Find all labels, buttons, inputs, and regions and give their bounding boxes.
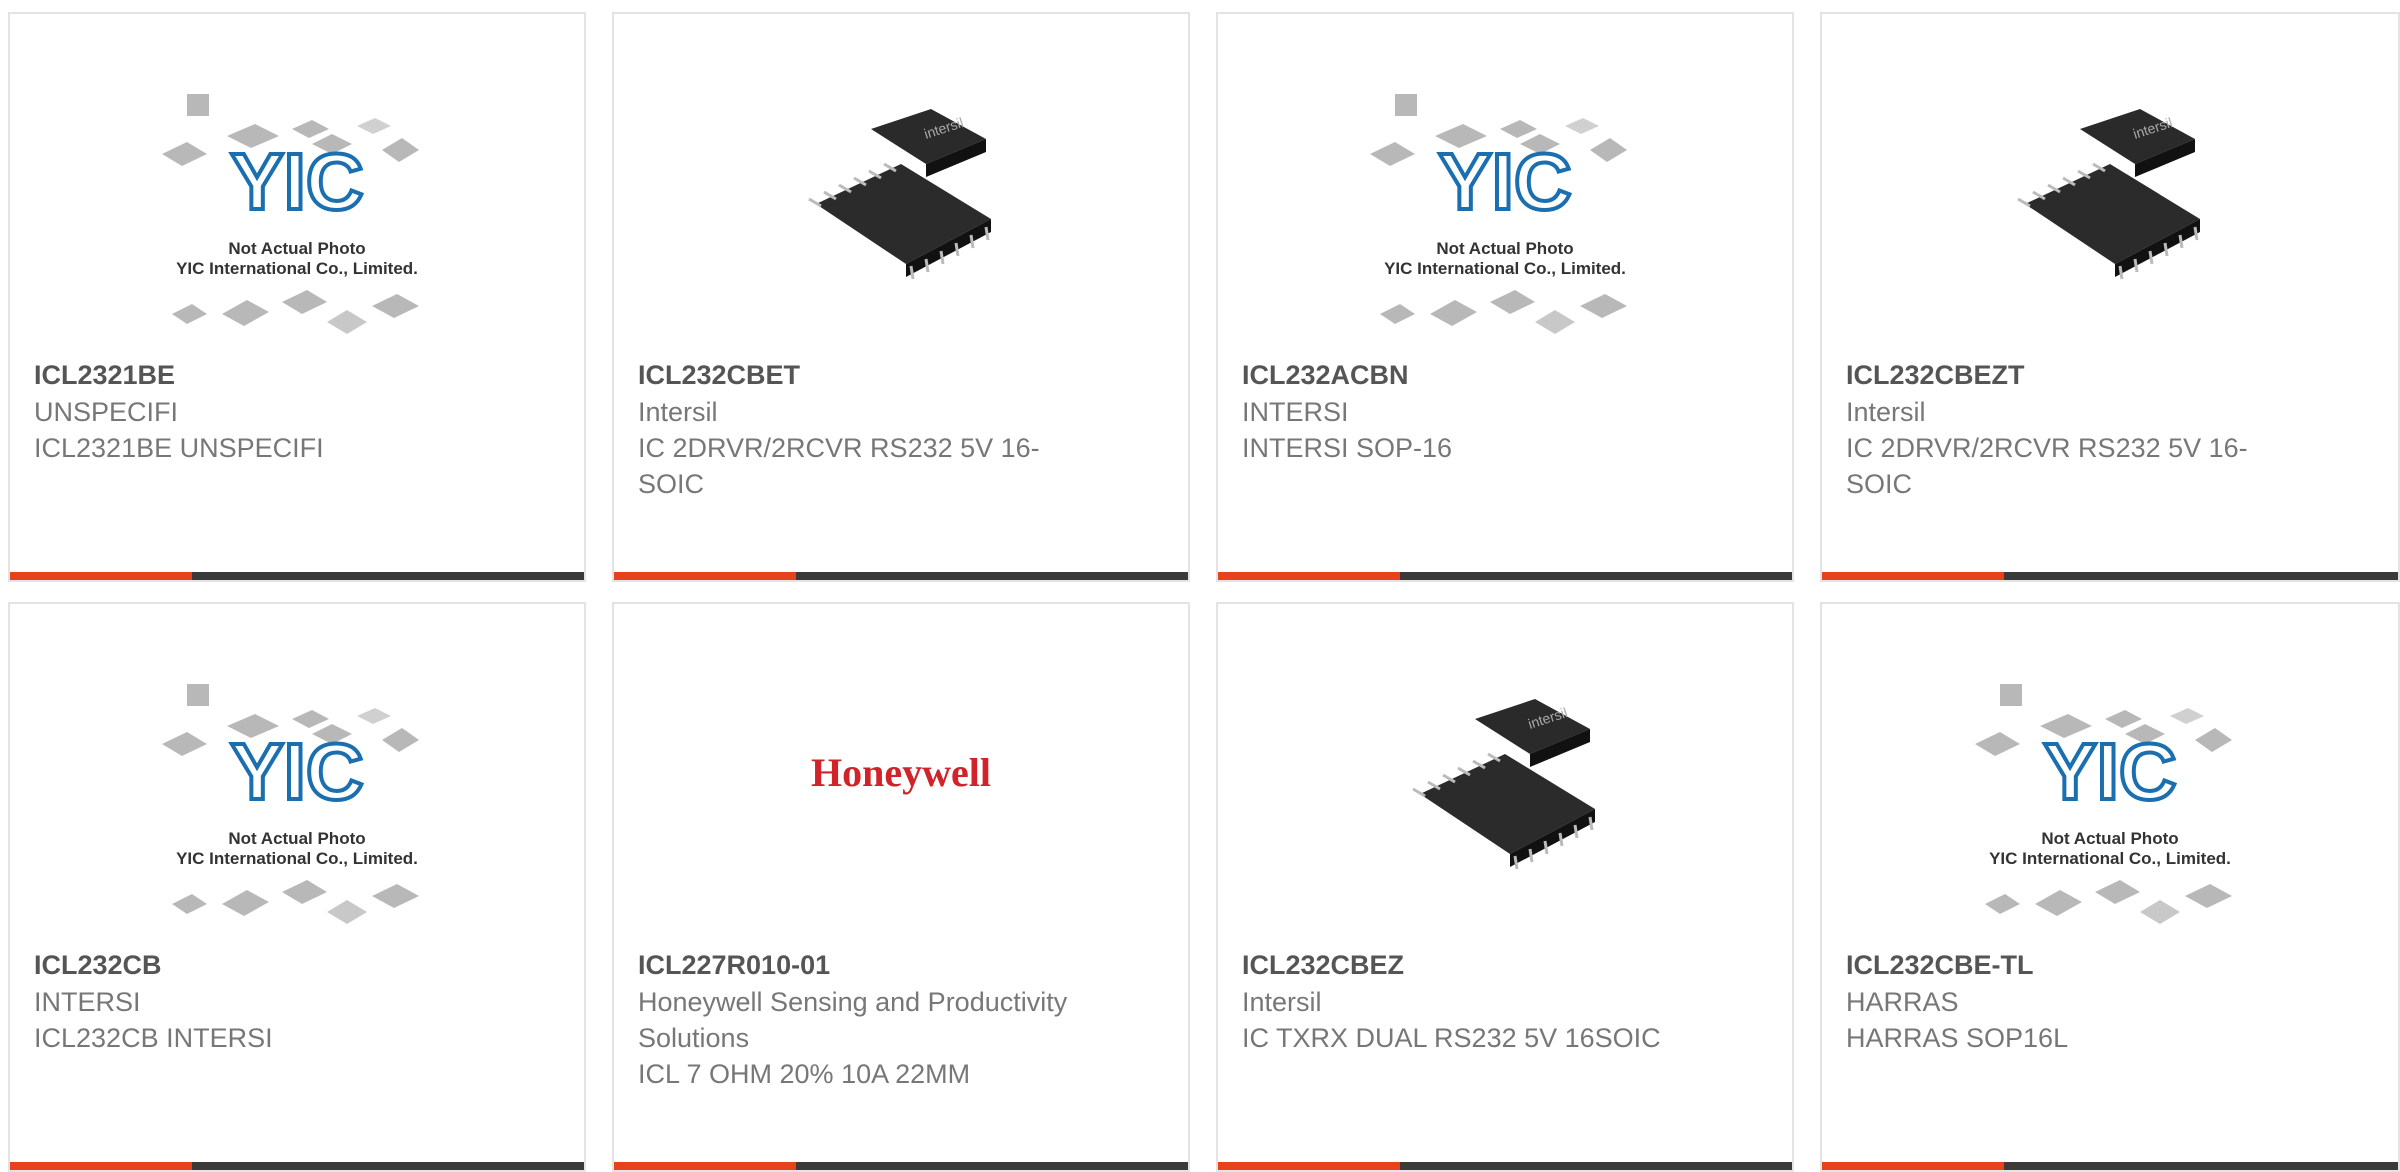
svg-text:Not Actual Photo: Not Actual Photo [228,239,365,258]
svg-text:Honeywell: Honeywell [811,750,991,795]
product-image[interactable]: intersil [614,94,1188,384]
manufacturer: INTERSI [1242,397,1349,427]
yic-placeholder-image: YIC Not Actual Photo YIC International C… [1370,94,1627,334]
product-grid: YIC Not Actual Photo YIC International C… [0,0,2400,1172]
product-image[interactable]: YIC Not Actual Photo YIC International C… [10,74,584,364]
chip-image: intersil [808,109,991,280]
description: HARRAS SOP16L [1846,1023,2069,1053]
svg-text:YIC International Co., Limited: YIC International Co., Limited. [176,849,418,868]
yic-placeholder-image: YIC Not Actual Photo YIC International C… [162,94,419,334]
manufacturer: Honeywell Sensing and Productivity Solut… [638,987,1068,1053]
card-bottom-bar [614,572,1188,580]
manufacturer: HARRAS [1846,987,1959,1017]
description: IC 2DRVR/2RCVR RS232 5V 16-SOIC [1846,433,2248,499]
manufacturer: INTERSI [34,987,141,1017]
product-card[interactable]: YIC Not Actual Photo YIC International C… [8,12,586,582]
manufacturer: Intersil [1846,397,1926,427]
svg-text:Not Actual Photo: Not Actual Photo [2041,829,2178,848]
product-image[interactable]: intersil [1218,684,1792,974]
part-number[interactable]: ICL232ACBN [1242,356,1672,394]
part-number[interactable]: ICL232CBEZT [1846,356,2276,394]
product-card[interactable]: intersil ICL232CBEZT Intersil IC 2DRVR/2… [1820,12,2400,582]
product-text: ICL232CBEZT Intersil IC 2DRVR/2RCVR RS23… [1846,356,2276,502]
manufacturer: UNSPECIFI [34,397,179,427]
description: ICL2321BE UNSPECIFI [34,433,324,463]
product-text: ICL232CBE-TL HARRAS HARRAS SOP16L [1846,946,2276,1056]
card-accent-bar [1218,1162,1400,1170]
card-accent-bar [10,572,192,580]
svg-text:Not Actual Photo: Not Actual Photo [1436,239,1573,258]
product-text: ICL232CBEZ Intersil IC TXRX DUAL RS232 5… [1242,946,1672,1056]
svg-text:YIC International Co., Limited: YIC International Co., Limited. [1989,849,2231,868]
manufacturer: Intersil [638,397,718,427]
card-bottom-bar [1822,572,2398,580]
svg-text:YIC: YIC [2043,727,2176,816]
description: IC TXRX DUAL RS232 5V 16SOIC [1242,1023,1661,1053]
product-text: ICL232CB INTERSI ICL232CB INTERSI [34,946,464,1056]
chip-image: intersil [2017,109,2200,280]
product-card[interactable]: intersil ICL232CBET Intersil IC 2DRVR/2R… [612,12,1190,582]
product-card[interactable]: YIC Not Actual Photo YIC International C… [1820,602,2400,1172]
card-accent-bar [1218,572,1400,580]
part-number[interactable]: ICL232CB [34,946,464,984]
card-bottom-bar [10,572,584,580]
yic-placeholder-image: YIC Not Actual Photo YIC International C… [162,684,419,924]
part-number[interactable]: ICL2321BE [34,356,464,394]
description: INTERSI SOP-16 [1242,433,1453,463]
card-accent-bar [10,1162,192,1170]
description: IC 2DRVR/2RCVR RS232 5V 16-SOIC [638,433,1040,499]
card-accent-bar [1822,1162,2004,1170]
product-card[interactable]: intersil ICL232CBEZ Intersil IC TXRX DUA… [1216,602,1794,1172]
product-card[interactable]: YIC Not Actual Photo YIC International C… [8,602,586,1172]
product-text: ICL227R010-01 Honeywell Sensing and Prod… [638,946,1068,1092]
part-number[interactable]: ICL232CBET [638,356,1068,394]
manufacturer: Intersil [1242,987,1322,1017]
svg-text:YIC International Co., Limited: YIC International Co., Limited. [1384,259,1626,278]
description: ICL232CB INTERSI [34,1023,273,1053]
product-card[interactable]: Honeywell ICL227R010-01 Honeywell Sensin… [612,602,1190,1172]
product-text: ICL232CBET Intersil IC 2DRVR/2RCVR RS232… [638,356,1068,502]
description: ICL 7 OHM 20% 10A 22MM [638,1059,971,1089]
product-card[interactable]: YIC Not Actual Photo YIC International C… [1216,12,1794,582]
product-text: ICL232ACBN INTERSI INTERSI SOP-16 [1242,356,1672,466]
card-bottom-bar [1218,572,1792,580]
yic-placeholder-image: YIC Not Actual Photo YIC International C… [1975,684,2232,924]
svg-text:YIC: YIC [230,137,363,226]
product-image[interactable]: YIC Not Actual Photo YIC International C… [10,664,584,954]
card-accent-bar [614,572,796,580]
product-image[interactable]: intersil [1822,94,2398,384]
chip-image: intersil [1412,699,1595,870]
svg-text:YIC: YIC [1438,137,1571,226]
card-bottom-bar [1822,1162,2398,1170]
product-image[interactable]: YIC Not Actual Photo YIC International C… [1218,74,1792,364]
product-image[interactable]: YIC Not Actual Photo YIC International C… [1822,664,2398,954]
card-bottom-bar [1218,1162,1792,1170]
svg-text:YIC International Co., Limited: YIC International Co., Limited. [176,259,418,278]
part-number[interactable]: ICL232CBEZ [1242,946,1672,984]
honeywell-logo: Honeywell [811,750,991,795]
part-number[interactable]: ICL227R010-01 [638,946,1068,984]
card-accent-bar [1822,572,2004,580]
product-text: ICL2321BE UNSPECIFI ICL2321BE UNSPECIFI [34,356,464,466]
svg-text:YIC: YIC [230,727,363,816]
svg-text:Not Actual Photo: Not Actual Photo [228,829,365,848]
card-bottom-bar [10,1162,584,1170]
part-number[interactable]: ICL232CBE-TL [1846,946,2276,984]
card-bottom-bar [614,1162,1188,1170]
card-accent-bar [614,1162,796,1170]
